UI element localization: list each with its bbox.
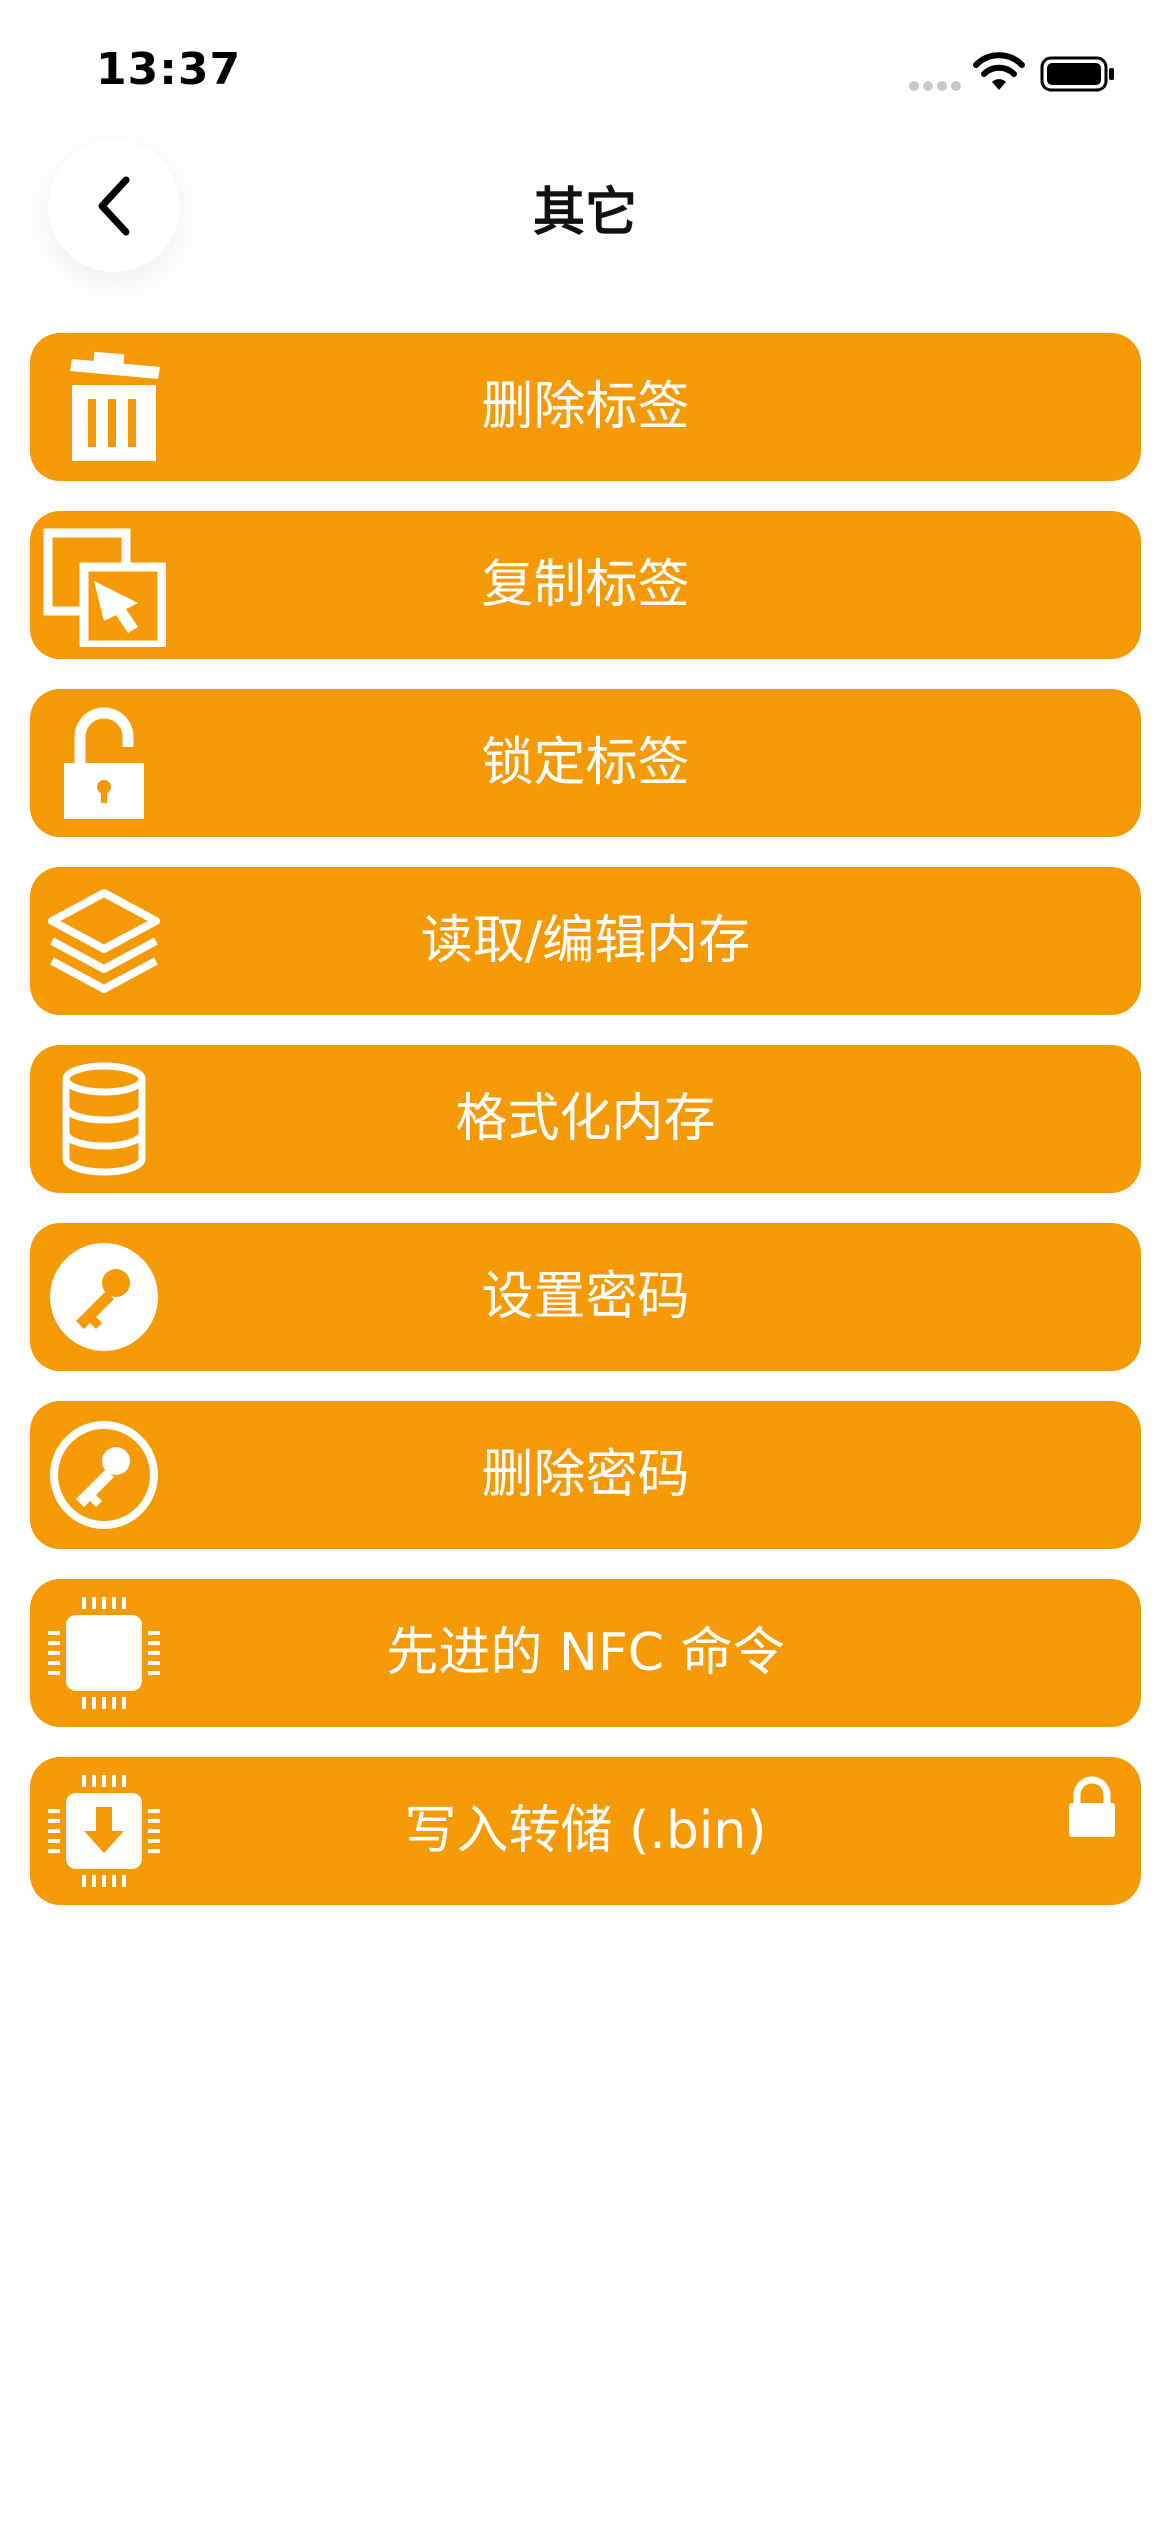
format-memory-button[interactable]: 格式化内存: [30, 1045, 1141, 1193]
read-edit-memory-label: 读取/编辑内存: [420, 911, 751, 971]
status-time: 13:37: [96, 44, 242, 95]
page-title: 其它: [532, 183, 637, 243]
cellular-signal-icon: [909, 81, 961, 91]
advanced-nfc-commands-label: 先进的 NFC 命令: [386, 1623, 785, 1683]
menu-list: 删除标签 复制标签 锁定标签 读取/编辑内存 格式化内存 设置密码 删除密码 先…: [30, 333, 1141, 1935]
write-dump-label: 写入转储 (.bin): [404, 1801, 767, 1861]
read-edit-memory-button[interactable]: 读取/编辑内存: [30, 867, 1141, 1015]
lock-tag-label: 锁定标签: [481, 733, 690, 793]
delete-password-label: 删除密码: [481, 1445, 690, 1505]
advanced-nfc-commands-button[interactable]: 先进的 NFC 命令: [30, 1579, 1141, 1727]
format-memory-label: 格式化内存: [455, 1089, 716, 1149]
lock-tag-button[interactable]: 锁定标签: [30, 689, 1141, 837]
status-bar: 13:37: [0, 0, 1170, 150]
delete-password-button[interactable]: 删除密码: [30, 1401, 1141, 1549]
set-password-button[interactable]: 设置密码: [30, 1223, 1141, 1371]
delete-tag-label: 删除标签: [481, 377, 690, 437]
lock-icon: [1069, 1776, 1115, 1837]
delete-tag-button[interactable]: 删除标签: [30, 333, 1141, 481]
copy-tag-label: 复制标签: [481, 555, 690, 615]
copy-tag-button[interactable]: 复制标签: [30, 511, 1141, 659]
wifi-icon: [973, 52, 1025, 90]
battery-icon: [1040, 56, 1114, 92]
set-password-label: 设置密码: [481, 1267, 690, 1327]
write-dump-button[interactable]: 写入转储 (.bin): [30, 1757, 1141, 1905]
